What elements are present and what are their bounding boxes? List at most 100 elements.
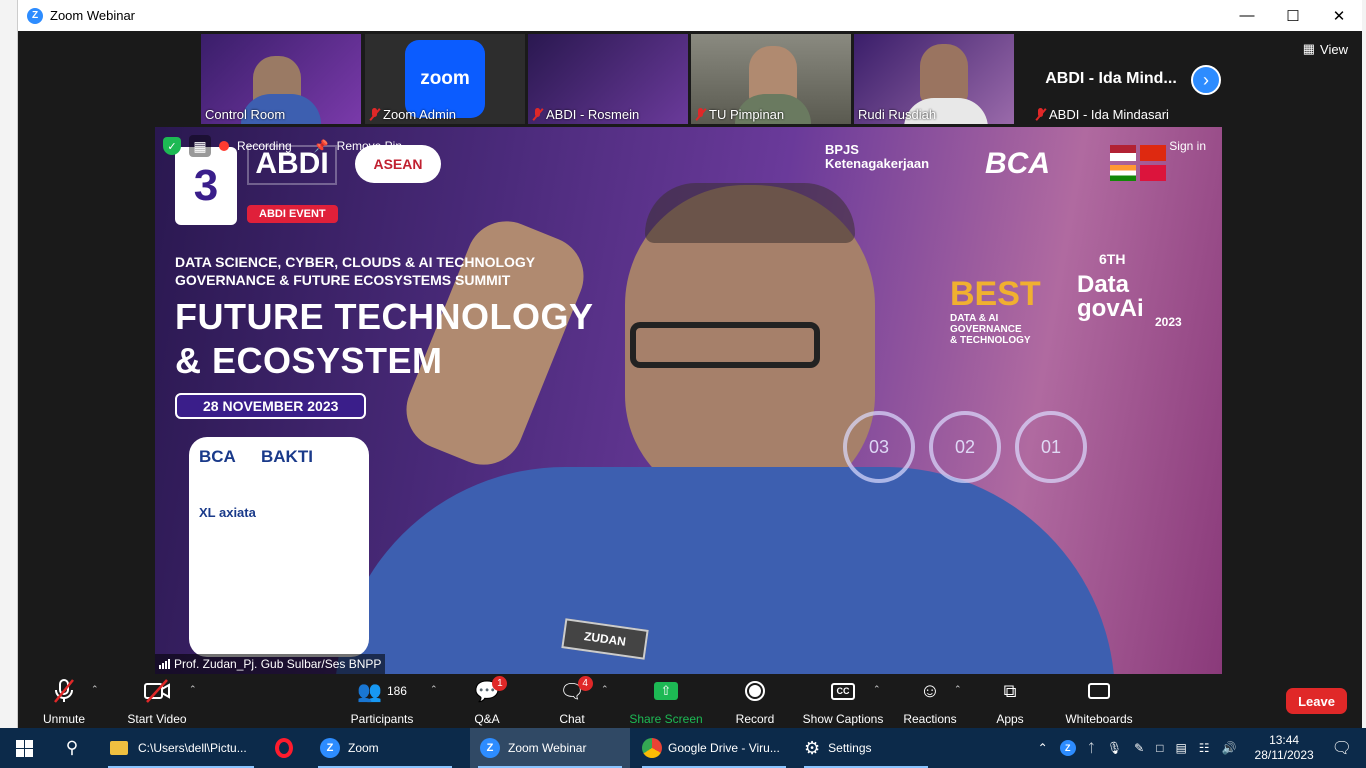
notifications-icon[interactable]: 🗨 (1332, 738, 1352, 758)
captions-icon: CC (831, 682, 855, 700)
remove-pin-button[interactable]: Remove Pin (337, 139, 402, 153)
close-button[interactable]: ✕ (1316, 0, 1362, 31)
minimize-button[interactable]: — (1224, 0, 1270, 31)
event-date: 28 NOVEMBER 2023 (175, 393, 367, 419)
sponsor-bakti: BAKTI (261, 447, 313, 466)
dial-graphic: 02 (929, 411, 1001, 483)
whiteboard-icon (1088, 683, 1110, 699)
pin-icon: 📌 (313, 139, 329, 153)
whiteboards-button[interactable]: Whiteboards (1064, 678, 1134, 726)
mic-muted-icon (54, 679, 74, 703)
reactions-options-caret[interactable]: ⌃ (954, 684, 962, 695)
system-tray: ⌃ Z ᛏ 🎙 ✎ □ ▤ ☷ 🔊 13:44 28/11/2023 🗨 (1032, 728, 1366, 768)
maximize-button[interactable]: ☐ (1270, 0, 1316, 31)
start-button[interactable] (0, 728, 48, 768)
speaker-glasses (630, 322, 820, 368)
best-award-label: BEST (950, 275, 1041, 313)
day-badge: 3 (175, 147, 237, 225)
leave-button[interactable]: Leave (1286, 688, 1347, 714)
volume-icon[interactable]: 🔊 (1222, 741, 1237, 755)
zoom-icon: Z (480, 738, 500, 758)
opera-icon (275, 738, 293, 758)
mic-muted-icon (532, 108, 543, 121)
apps-icon: ⧉ (1003, 680, 1017, 701)
participants-count: 186 (386, 684, 407, 698)
shield-icon[interactable]: ✓ (163, 137, 181, 155)
share-screen-icon: ⇧ (654, 682, 678, 700)
video-thumbnail[interactable]: TU Pimpinan (691, 34, 851, 124)
captions-options-caret[interactable]: ⌃ (873, 684, 881, 695)
datagovai-logo: Data govAi (1077, 271, 1144, 322)
chat-badge: 4 (577, 676, 593, 691)
grid-view-icon: ▦ (1302, 41, 1316, 56)
apps-button[interactable]: ⧉ Apps (996, 678, 1024, 727)
language-icon[interactable]: ☷ (1199, 741, 1210, 755)
video-thumbnail[interactable]: ABDI - Rosmein (528, 34, 688, 124)
reactions-button[interactable]: ☺ Reactions (903, 678, 956, 727)
taskbar-item-zoom-webinar[interactable]: Z Zoom Webinar (470, 728, 630, 768)
taskbar-item-opera[interactable] (264, 728, 304, 768)
windows-taskbar: ⚲ C:\Users\dell\Pictu... Z Zoom Z Zoom W… (0, 728, 1366, 768)
record-button[interactable]: Record (736, 678, 774, 726)
qa-badge: 1 (492, 676, 508, 691)
participant-video (920, 44, 968, 104)
reactions-icon: ☺ (919, 679, 941, 702)
video-thumbnail[interactable]: Control Room (201, 34, 361, 124)
search-button[interactable]: ⚲ (48, 728, 96, 768)
background-window-left (0, 0, 18, 728)
chat-button[interactable]: 🗨 4 Chat (558, 676, 593, 726)
sponsor-xl: XL axiata (199, 505, 256, 520)
battery-icon[interactable]: □ (1156, 741, 1163, 755)
qa-button[interactable]: 💬 1 Q&A (472, 676, 508, 726)
clock[interactable]: 13:44 28/11/2023 (1255, 733, 1314, 763)
taskbar-item-chrome[interactable]: Google Drive - Viru... (634, 728, 794, 768)
chat-options-caret[interactable]: ⌃ (601, 684, 609, 695)
participants-options-caret[interactable]: ⌃ (430, 684, 438, 695)
share-screen-button[interactable]: ⇧ Share Screen (629, 678, 703, 726)
flag-icon (1140, 165, 1166, 181)
speaker-hair (645, 183, 855, 243)
chevron-right-icon: › (1203, 69, 1209, 90)
video-options-caret[interactable]: ⌃ (189, 684, 197, 695)
mic-muted-icon (369, 108, 380, 121)
participant-name: Rudi Rusdiah (858, 107, 937, 122)
speaker-shirt (335, 467, 1115, 674)
audio-options-caret[interactable]: ⌃ (91, 684, 99, 695)
video-thumbnail[interactable]: Rudi Rusdiah (854, 34, 1014, 124)
recording-label: Recording (237, 139, 292, 153)
participant-strip: Control Room zoom Zoom Admin ABDI - Rosm… (18, 31, 1362, 127)
network-icon[interactable]: ▤ (1175, 741, 1186, 755)
taskbar-item-explorer[interactable]: C:\Users\dell\Pictu... (100, 728, 262, 768)
participants-button[interactable]: 👥 186 Participants (351, 678, 414, 727)
participant-avatar-name: ABDI - Ida Mind... (1045, 70, 1177, 87)
next-page-button[interactable]: › (1191, 65, 1221, 95)
video-thumbnail[interactable]: ABDI - Ida Mind... ABDI - Ida Mindasari (1031, 34, 1191, 124)
bluetooth-icon[interactable]: ᛏ (1088, 741, 1095, 755)
taskbar-item-settings[interactable]: ⚙ Settings (796, 728, 936, 768)
start-video-button[interactable]: Start Video (127, 678, 187, 726)
sign-in-link[interactable]: Sign in (1169, 139, 1206, 153)
grid-icon[interactable]: ▦ (189, 135, 211, 157)
search-icon: ⚲ (65, 738, 79, 757)
zoom-webinar-window: Z Zoom Webinar — ☐ ✕ Control Room zoom Z… (18, 0, 1362, 728)
video-thumbnail[interactable]: zoom Zoom Admin (365, 34, 525, 124)
show-captions-button[interactable]: CC Show Captions (803, 678, 883, 726)
chevron-up-icon[interactable]: ⌃ (1038, 741, 1048, 755)
video-off-icon (144, 679, 170, 703)
event-badge: ABDI EVENT (247, 205, 338, 223)
taskbar-item-zoom[interactable]: Z Zoom (310, 728, 460, 768)
meeting-toolbar: Unmute ⌃ Start Video ⌃ 👥 186 Participants… (18, 674, 1362, 728)
microphone-icon[interactable]: 🎙 (1107, 741, 1122, 755)
flag-icon (1110, 145, 1136, 161)
summit-title: DATA SCIENCE, CYBER, CLOUDS & AI TECHNOL… (175, 254, 536, 288)
view-button[interactable]: ▦ View (1303, 41, 1348, 57)
unmute-button[interactable]: Unmute (42, 678, 86, 726)
zoom-tray-icon[interactable]: Z (1059, 740, 1076, 756)
participant-name: ABDI - Ida Mindasari (1035, 107, 1169, 122)
participant-name: TU Pimpinan (695, 107, 784, 122)
bca-logo: BCA (985, 147, 1050, 180)
participant-name: Zoom Admin (369, 107, 456, 122)
zoom-icon: Z (320, 738, 340, 758)
mic-muted-icon (1035, 108, 1046, 121)
pen-icon[interactable]: ✎ (1134, 741, 1144, 755)
